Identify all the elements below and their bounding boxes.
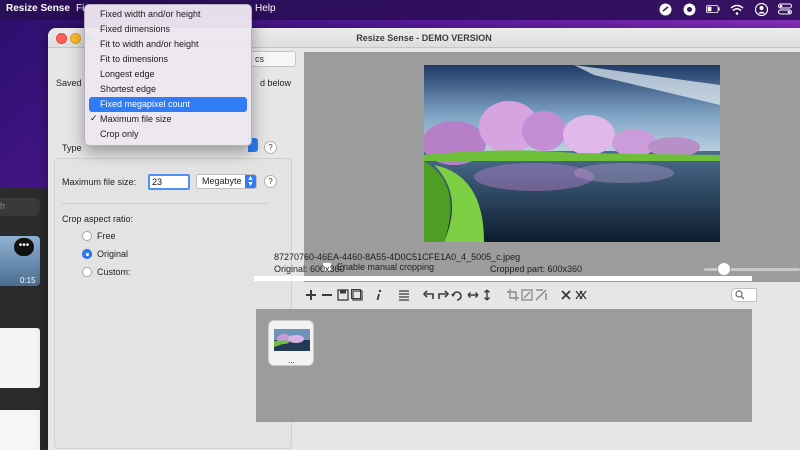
background-search-field[interactable]: h xyxy=(0,198,40,216)
flip-horizontal-icon[interactable] xyxy=(466,288,480,302)
menu-item-shortest-edge[interactable]: Shortest edge xyxy=(89,82,247,97)
menu-item-label: Maximum file size xyxy=(100,114,172,124)
radio-custom[interactable] xyxy=(82,267,92,277)
close-all-icon[interactable] xyxy=(574,288,588,302)
menu-item-label: Crop only xyxy=(100,129,139,139)
background-document-thumbnail-2[interactable] xyxy=(0,410,40,450)
original-size: Original: 600x360 xyxy=(274,264,345,274)
video-duration: 0:15 xyxy=(20,276,36,285)
list-icon[interactable] xyxy=(397,288,411,302)
image-preview-area[interactable] xyxy=(304,52,800,282)
menu-item-label: Fit to dimensions xyxy=(100,54,169,64)
crop-reset-icon xyxy=(520,288,534,302)
search-icon xyxy=(735,290,745,303)
type-label: Type xyxy=(62,143,82,153)
unit-select-value: Megabyte xyxy=(202,176,242,186)
crop-option-custom[interactable]: Custom: xyxy=(82,267,131,277)
control-center-icon[interactable] xyxy=(778,2,792,16)
radio-free[interactable] xyxy=(82,231,92,241)
crop-option-label: Original xyxy=(97,249,129,259)
saved-label: Saved xyxy=(56,78,82,88)
background-app-window: h ••• 0:15 xyxy=(0,188,48,450)
rotate-icon[interactable] xyxy=(450,288,464,302)
checkmark-icon: ✓ xyxy=(90,113,98,123)
menu-item-maximum-file-size[interactable]: ✓ Maximum file size xyxy=(89,112,247,127)
menu-item-fixed-width-height[interactable]: Fixed width and/or height xyxy=(89,7,247,22)
rotate-right-icon[interactable] xyxy=(436,288,450,302)
image-thumbnail[interactable]: ... xyxy=(268,320,314,366)
help-menu[interactable]: Help xyxy=(255,3,276,14)
manual-cropping-label: Enable manual cropping xyxy=(337,262,435,272)
cropped-size: Cropped part: 600x360 xyxy=(490,264,583,274)
menu-item-crop-only[interactable]: Crop only xyxy=(89,127,247,142)
user-account-icon[interactable] xyxy=(754,2,768,16)
info-icon[interactable] xyxy=(372,288,386,302)
menu-item-fixed-dimensions[interactable]: Fixed dimensions xyxy=(89,22,247,37)
crop-aspect-ratio-label: Crop aspect ratio: xyxy=(62,214,134,224)
type-help-button[interactable]: ? xyxy=(264,141,277,154)
description-label: d below xyxy=(260,78,292,88)
radio-original[interactable] xyxy=(82,249,92,259)
file-size-help-button[interactable]: ? xyxy=(264,175,277,188)
menu-item-label: Shortest edge xyxy=(100,84,157,94)
remove-icon[interactable] xyxy=(320,288,334,302)
crop-option-free[interactable]: Free xyxy=(82,231,116,241)
search-input[interactable] xyxy=(731,288,757,302)
more-options-button[interactable]: ••• xyxy=(14,238,34,256)
status-icons xyxy=(658,2,792,16)
unit-select[interactable]: Megabyte ▲ ▼ xyxy=(196,174,257,189)
chevron-updown-icon: ▲ ▼ xyxy=(245,175,256,188)
preview-image[interactable] xyxy=(424,65,720,242)
menu-extra-icon[interactable] xyxy=(658,2,672,16)
menu-item-label: Fixed megapixel count xyxy=(100,99,191,109)
wifi-icon[interactable] xyxy=(730,2,744,16)
menu-item-fit-dimensions[interactable]: Fit to dimensions xyxy=(89,52,247,67)
close-icon[interactable] xyxy=(559,288,573,302)
max-file-size-input[interactable] xyxy=(148,174,190,190)
rotate-left-icon[interactable] xyxy=(422,288,436,302)
thumbnail-browser: ... xyxy=(256,309,752,422)
save-all-icon[interactable] xyxy=(350,288,364,302)
battery-icon[interactable] xyxy=(706,2,720,16)
save-icon[interactable] xyxy=(336,288,350,302)
max-file-size-label: Maximum file size: xyxy=(62,177,137,187)
menu-item-longest-edge[interactable]: Longest edge xyxy=(89,67,247,82)
thumbnail-caption: ... xyxy=(288,356,295,365)
crop-auto-icon xyxy=(534,288,548,302)
crop-option-label: Free xyxy=(97,231,116,241)
menu-item-fit-width-height[interactable]: Fit to width and/or height xyxy=(89,37,247,52)
crop-option-original[interactable]: Original xyxy=(82,249,128,259)
menu-item-label: Longest edge xyxy=(100,69,155,79)
menu-item-label: Fixed width and/or height xyxy=(100,9,201,19)
separator-strip xyxy=(254,276,752,281)
add-icon[interactable] xyxy=(304,288,318,302)
flip-vertical-icon[interactable] xyxy=(480,288,494,302)
divider xyxy=(62,203,268,204)
thumbnail-image xyxy=(274,329,310,351)
app-menu-name[interactable]: Resize Sense xyxy=(6,3,70,14)
zoom-slider-knob[interactable] xyxy=(717,262,731,276)
resize-type-menu: Fixed width and/or height Fixed dimensio… xyxy=(84,4,252,146)
crop-icon xyxy=(506,288,520,302)
menu-item-fixed-megapixel-count[interactable]: Fixed megapixel count xyxy=(89,97,247,112)
toolbar xyxy=(256,288,757,304)
menu-item-label: Fit to width and/or height xyxy=(100,39,199,49)
background-document-thumbnail[interactable] xyxy=(0,328,40,388)
file-name: 87270760-46EA-4460-8A55-4D0C51CFE1A0_4_5… xyxy=(274,252,521,262)
menu-item-label: Fixed dimensions xyxy=(100,24,171,34)
menu-extra-icon-2[interactable] xyxy=(682,2,696,16)
crop-option-label: Custom: xyxy=(97,267,131,277)
settings-tab[interactable]: cs xyxy=(250,51,296,67)
